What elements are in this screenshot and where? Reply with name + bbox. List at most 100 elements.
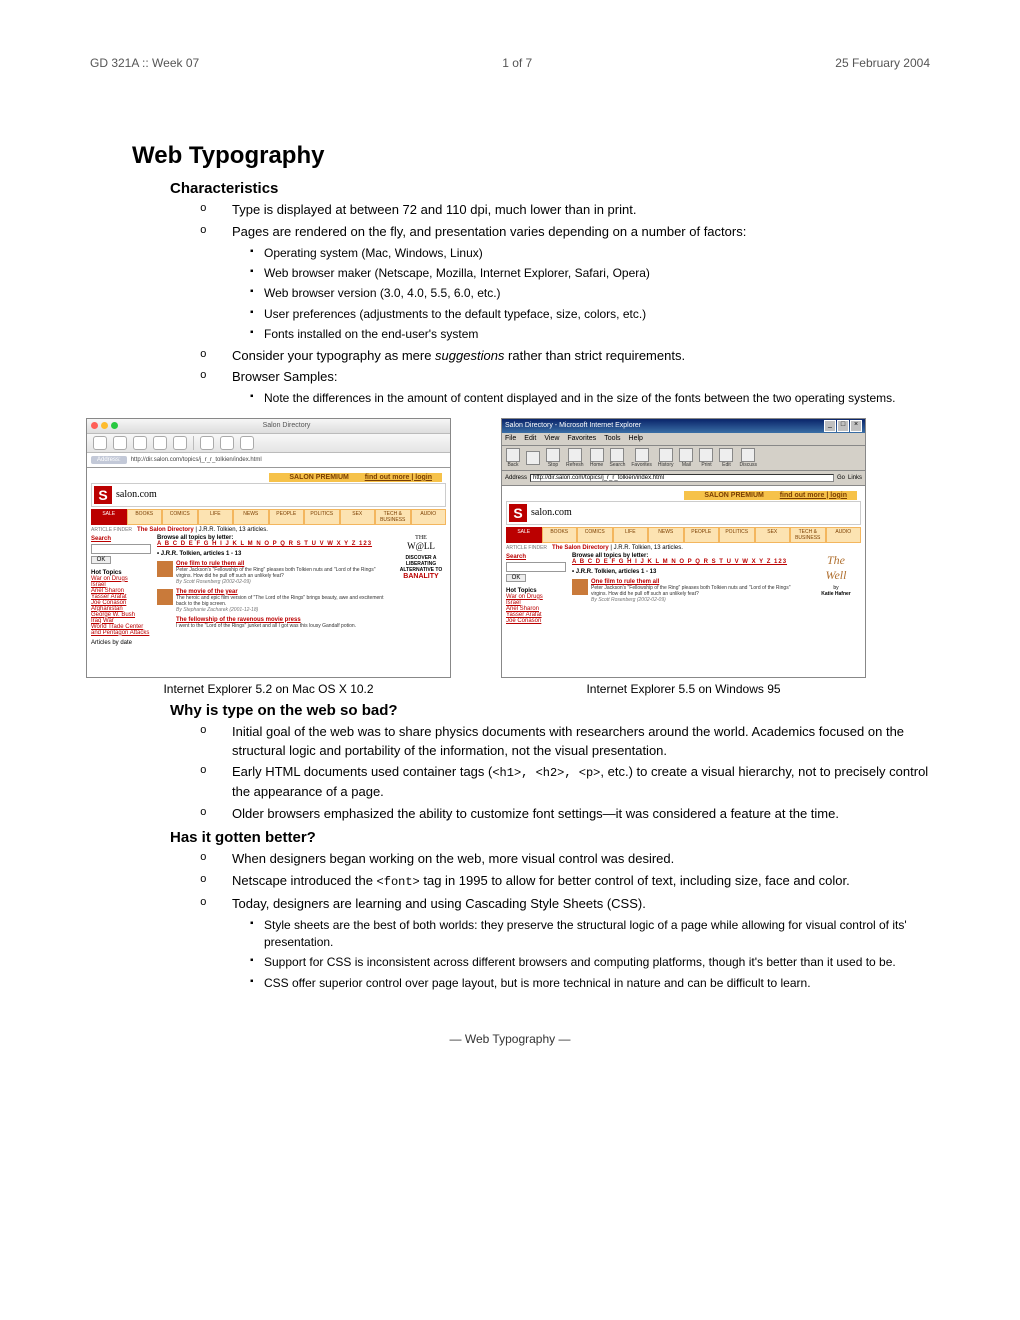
go-button[interactable]: Go <box>837 475 845 481</box>
tab[interactable]: TECH & BUSINESS <box>790 527 826 543</box>
nav-tabs: SALE BOOKS COMICS LIFE NEWS PEOPLE POLIT… <box>91 509 446 525</box>
article-desc: I went to the "Lord of the Rings" junket… <box>176 623 390 629</box>
tab[interactable]: SALE <box>91 509 127 525</box>
forward-icon[interactable] <box>526 451 540 465</box>
ok-button[interactable]: OK <box>91 556 111 564</box>
text: Early HTML documents used container tags… <box>232 764 492 779</box>
back-icon[interactable] <box>93 436 107 450</box>
list-item-text: Browser Samples: <box>232 369 337 384</box>
ad-banality: BANALITY <box>396 573 446 580</box>
directory-count: | J.R.R. Tolkien, 13 articles. <box>194 527 268 533</box>
tab[interactable]: SEX <box>340 509 376 525</box>
list-item-text: Today, designers are learning and using … <box>232 896 646 911</box>
tab[interactable]: BOOKS <box>127 509 163 525</box>
article-desc: The heroic and epic film version of "The… <box>176 595 390 607</box>
list-item: Netscape introduced the <font> tag in 19… <box>200 872 930 891</box>
tab[interactable]: POLITICS <box>719 527 755 543</box>
menu-item[interactable]: View <box>544 435 559 442</box>
maximize-icon[interactable]: □ <box>837 420 849 432</box>
print-icon[interactable]: Print <box>699 448 713 468</box>
url-field[interactable]: http://dir.salon.com/topics/j_r_r_tolkie… <box>131 457 262 463</box>
finder-label: ARTICLE FINDER <box>91 527 132 533</box>
menu-bar: File Edit View Favorites Tools Help <box>502 433 865 446</box>
css-sublist: Style sheets are the best of both worlds… <box>250 917 930 993</box>
forward-icon[interactable] <box>113 436 127 450</box>
brand-text: salon.com <box>531 507 572 518</box>
history-icon[interactable]: History <box>658 448 674 468</box>
list-item: Support for CSS is inconsistent across d… <box>250 954 930 971</box>
tab[interactable]: PEOPLE <box>269 509 305 525</box>
url-field[interactable]: http://dir.salon.com/topics/j_r_r_tolkie… <box>530 474 834 482</box>
ok-button[interactable]: OK <box>506 574 526 582</box>
menu-item[interactable]: File <box>505 435 516 442</box>
section-better: Has it gotten better? <box>170 829 930 846</box>
back-icon[interactable]: Back <box>506 448 520 468</box>
by-date[interactable]: Articles by date <box>91 640 151 646</box>
links-button[interactable]: Links <box>848 475 862 481</box>
close-icon[interactable] <box>91 422 98 429</box>
refresh-icon[interactable]: Refresh <box>566 448 584 468</box>
directory-link[interactable]: The Salon Directory <box>137 527 194 533</box>
tab[interactable]: LIFE <box>198 509 234 525</box>
tab[interactable]: TECH & BUSINESS <box>375 509 411 525</box>
tab[interactable]: AUDIO <box>826 527 862 543</box>
edit-icon[interactable]: Edit <box>719 448 733 468</box>
tab[interactable]: COMICS <box>577 527 613 543</box>
mac-titlebar: Salon Directory <box>87 419 450 434</box>
discuss-icon[interactable]: Discuss <box>739 448 757 468</box>
close-icon[interactable]: × <box>850 420 862 432</box>
search-icon[interactable]: Search <box>610 448 626 468</box>
autofill-icon[interactable] <box>200 436 214 450</box>
caption-mac: Internet Explorer 5.2 on Mac OS X 10.2 <box>86 682 451 696</box>
tab[interactable]: SEX <box>755 527 791 543</box>
alpha-index[interactable]: A B C D E F G H I J K L M N O P Q R S T … <box>157 541 390 547</box>
search-input[interactable] <box>506 562 566 572</box>
finder-label: ARTICLE FINDER <box>506 545 547 551</box>
print-icon[interactable] <box>220 436 234 450</box>
home-icon[interactable]: Home <box>590 448 604 468</box>
hot-link[interactable]: World Trade Center and Pentagon Attacks <box>91 624 151 636</box>
list-item: Pages are rendered on the fly, and prese… <box>200 223 930 344</box>
mail-icon[interactable] <box>240 436 254 450</box>
home-icon[interactable] <box>173 436 187 450</box>
tab[interactable]: BOOKS <box>542 527 578 543</box>
tab[interactable]: NEWS <box>648 527 684 543</box>
menu-item[interactable]: Tools <box>604 435 620 442</box>
tab[interactable]: SALE <box>506 527 542 543</box>
tab[interactable]: NEWS <box>233 509 269 525</box>
list-item: When designers began working on the web,… <box>200 850 930 869</box>
tab[interactable]: LIFE <box>613 527 649 543</box>
tab[interactable]: POLITICS <box>304 509 340 525</box>
menu-item[interactable]: Favorites <box>567 435 596 442</box>
favorites-icon[interactable]: Favorites <box>631 448 652 468</box>
menu-item[interactable]: Edit <box>524 435 536 442</box>
list-item: Note the differences in the amount of co… <box>250 390 930 407</box>
search-input[interactable] <box>91 544 151 554</box>
traffic-lights <box>91 422 118 429</box>
section-characteristics: Characteristics <box>170 180 930 197</box>
stop-icon[interactable] <box>133 436 147 450</box>
refresh-icon[interactable] <box>153 436 167 450</box>
minimize-icon[interactable] <box>101 422 108 429</box>
premium-badge[interactable]: SALON PREMIUM find out more | login <box>684 491 857 500</box>
address-bar: Address http://dir.salon.com/topics/j_r_… <box>502 471 865 486</box>
hot-link[interactable]: Joe Conason <box>506 618 566 624</box>
window-title: Salon Directory <box>127 422 446 429</box>
finder-row: ARTICLE FINDER The Salon Directory | J.R… <box>506 543 861 553</box>
salon-logo-icon: S <box>94 486 112 504</box>
stop-icon[interactable]: Stop <box>546 448 560 468</box>
alpha-index[interactable]: A B C D E F G H I J K L M N O P Q R S T … <box>572 559 805 565</box>
minimize-icon[interactable]: _ <box>824 420 836 432</box>
mail-icon[interactable]: Mail <box>679 448 693 468</box>
menu-item[interactable]: Help <box>629 435 643 442</box>
content-columns: Search OK Hot Topics War on Drugs Israel… <box>91 535 446 646</box>
browser-window-mac: Salon Directory Address: http://dir.salo… <box>86 418 451 678</box>
tab[interactable]: COMICS <box>162 509 198 525</box>
zoom-icon[interactable] <box>111 422 118 429</box>
directory-link[interactable]: The Salon Directory <box>552 545 609 551</box>
divider <box>193 436 194 450</box>
tab[interactable]: AUDIO <box>411 509 447 525</box>
tab[interactable]: PEOPLE <box>684 527 720 543</box>
ad-byline: byKatie Hafner <box>811 585 861 597</box>
premium-badge[interactable]: SALON PREMIUM find out more | login <box>269 473 442 482</box>
